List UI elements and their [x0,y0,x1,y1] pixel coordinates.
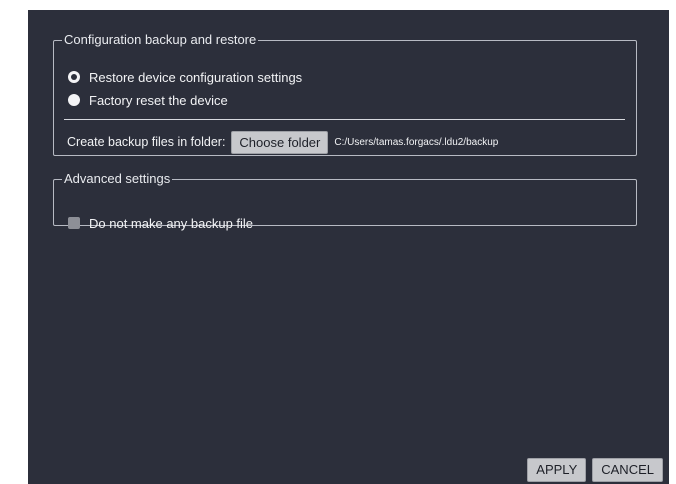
factory-reset-radio[interactable] [68,94,80,106]
no-backup-checkbox[interactable] [68,217,80,229]
restore-config-label: Restore device configuration settings [89,69,303,85]
apply-button[interactable]: APPLY [527,458,587,482]
factory-reset-label: Factory reset the device [89,92,228,108]
backup-folder-path: C:/Users/tamas.forgacs/.ldu2/backup [334,136,499,148]
advanced-settings-group: Advanced settings Do not make any backup… [53,171,637,231]
backup-folder-row: Create backup files in folder: Choose fo… [67,130,498,154]
no-backup-label: Do not make any backup file [89,215,254,231]
no-backup-option[interactable]: Do not make any backup file [68,214,253,232]
group-divider [64,119,625,120]
backup-restore-group: Configuration backup and restore Restore… [53,33,637,156]
restore-config-radio[interactable] [68,71,80,83]
choose-folder-button[interactable]: Choose folder [231,130,329,154]
dialog-footer: APPLY CANCEL [527,458,663,482]
advanced-settings-legend: Advanced settings [64,171,171,186]
backup-folder-label: Create backup files in folder: [67,135,226,149]
backup-restore-legend: Configuration backup and restore [64,32,257,47]
cancel-button[interactable]: CANCEL [592,458,663,482]
backup-settings-dialog: Configuration backup and restore Restore… [28,10,669,484]
restore-config-option[interactable]: Restore device configuration settings [68,68,302,86]
factory-reset-option[interactable]: Factory reset the device [68,91,228,109]
